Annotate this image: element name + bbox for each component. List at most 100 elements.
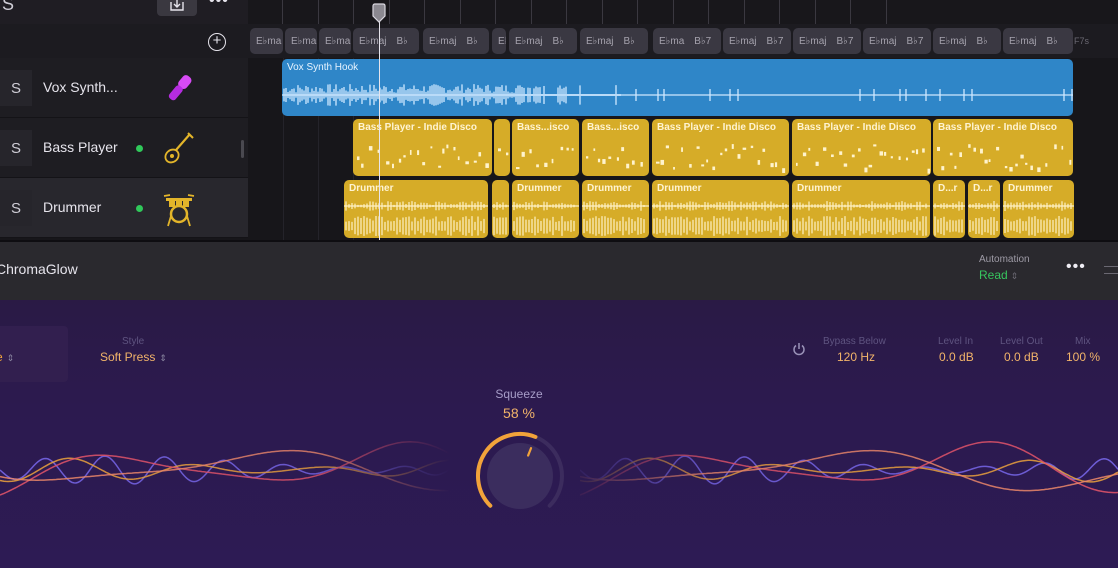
track-header-vox[interactable]: S Vox Synth... [0,58,248,118]
chord-label: E♭maj [1009,35,1037,47]
mix-value[interactable]: 100 % [1066,350,1100,364]
midi-note [984,159,988,164]
squeeze-knob[interactable] [470,426,570,526]
midi-region[interactable]: Drummer [652,180,789,238]
mode-select[interactable]: e⇕ [0,350,14,364]
ruler-tick [779,0,780,24]
midi-region[interactable]: Drummer [582,180,649,238]
plugin-body: e⇕ Style Soft Press⇕ Bypass Below 120 Hz… [0,300,1118,568]
chord-chip[interactable]: E♭maj B♭ [509,28,577,54]
chord-label: E♭maj [729,35,757,47]
plugin-name: ChromaGlow [0,261,78,277]
midi-note [571,148,574,151]
midi-note [927,168,931,174]
chevron-updown-icon: ⇕ [159,353,167,363]
midi-region[interactable] [492,180,509,238]
midi-region[interactable]: Bass Player - Indie Disco [933,119,1073,176]
midi-region[interactable]: Drummer [344,180,488,238]
midi-note [1009,167,1013,172]
chord-chip[interactable]: E♭maj B♭ [353,28,419,54]
midi-note [774,162,778,168]
chord-label: E♭ma [325,35,351,47]
midi-note [446,144,449,149]
chord-chip[interactable]: E♭maj B♭7 [863,28,931,54]
chord-chip[interactable]: E♭maj B♭7 [723,28,791,54]
chord-chip[interactable]: E♭ma [250,28,283,54]
midi-region[interactable]: Bass Player - Indie Disco [353,119,492,176]
power-icon[interactable] [792,342,806,356]
midi-region[interactable]: D...r [968,180,1000,238]
midi-note [959,152,962,158]
level-in-value[interactable]: 0.0 dB [939,350,974,364]
chord-chip[interactable]: E♭ma [319,28,351,54]
midi-region[interactable]: Bass Player - Indie Disco [792,119,931,176]
chevron-updown-icon: ⇕ [6,353,15,363]
midi-note [782,168,786,173]
midi-region[interactable]: Drummer [1003,180,1074,238]
ruler-tick [459,0,461,24]
midi-note [673,166,675,170]
midi-region[interactable]: Bass Player - Indie Disco [652,119,789,176]
bass-guitar-icon [164,132,194,164]
ruler-tick [814,0,816,24]
chord-chip[interactable]: E♭maj B♭ [423,28,489,54]
level-out-value[interactable]: 0.0 dB [1004,350,1039,364]
solo-button-top[interactable]: S [2,0,14,15]
midi-note [858,148,861,152]
style-select[interactable]: Soft Press ⇕ [100,350,167,364]
chord-chip[interactable]: E♭maj B♭ [1003,28,1073,54]
midi-region[interactable]: Drummer [512,180,579,238]
chord-chip[interactable]: E♭maj B♭ [933,28,1001,54]
chord-chip[interactable]: E♭maj B♭ [580,28,648,54]
track-header-bass[interactable]: S Bass Player [0,118,248,178]
midi-note [498,148,501,152]
track-name: Vox Synth... [43,79,118,95]
chord-chip[interactable]: E♭ [492,28,506,54]
midi-note [656,161,660,164]
region-label: Bass Player - Indie Disco [797,122,916,133]
midi-note [417,150,420,156]
midi-region[interactable]: Drummer [792,180,930,238]
chord-chip[interactable]: E♭maj B♭7 [793,28,861,54]
midi-note [808,147,811,151]
track-list-scrollbar[interactable] [241,140,244,158]
automation-mode-value: Read [979,268,1008,282]
ruler-tick [566,0,567,24]
midi-note [1069,159,1072,165]
midi-note [485,163,489,168]
solo-button[interactable]: S [0,70,32,106]
ellipsis-icon[interactable]: ••• [1066,258,1086,276]
audio-region[interactable]: Vox Synth Hook [282,59,1073,116]
playhead[interactable] [379,18,380,240]
bypass-value[interactable]: 120 Hz [837,350,875,364]
midi-note [750,145,754,149]
playhead-handle[interactable] [371,3,387,23]
automation-mode-select[interactable]: Read ⇕ [979,268,1018,282]
chord-label: E♭maj [869,35,897,47]
midi-note [770,163,774,168]
midi-region[interactable]: Bass...isco [582,119,649,176]
midi-region[interactable] [494,119,510,176]
plus-circle-icon[interactable]: + [208,33,226,51]
midi-note [529,149,532,154]
chord-chip[interactable]: E♭ma B♭7 [653,28,721,54]
drag-handle-icon[interactable] [1104,266,1118,274]
midi-note [566,147,569,151]
midi-note [386,161,390,165]
chord-label: E♭maj [939,35,967,47]
ruler-tick [495,0,496,24]
track-header-drummer[interactable]: S Drummer [0,178,248,238]
audio-waveform [282,84,1073,106]
chord-chip[interactable]: E♭ma [285,28,317,54]
chord-label: B♭ [1046,35,1058,47]
midi-region[interactable]: D...r [933,180,965,238]
region-label: Drummer [657,183,702,194]
ruler-tick [353,0,354,24]
ellipsis-icon[interactable]: ••• [209,0,229,10]
solo-button[interactable]: S [0,130,32,166]
download-button[interactable] [157,0,197,16]
solo-button[interactable]: S [0,190,32,226]
midi-region[interactable]: Bass...isco [512,119,579,176]
midi-note [398,158,402,163]
chord-label: B♭7 [766,35,784,47]
